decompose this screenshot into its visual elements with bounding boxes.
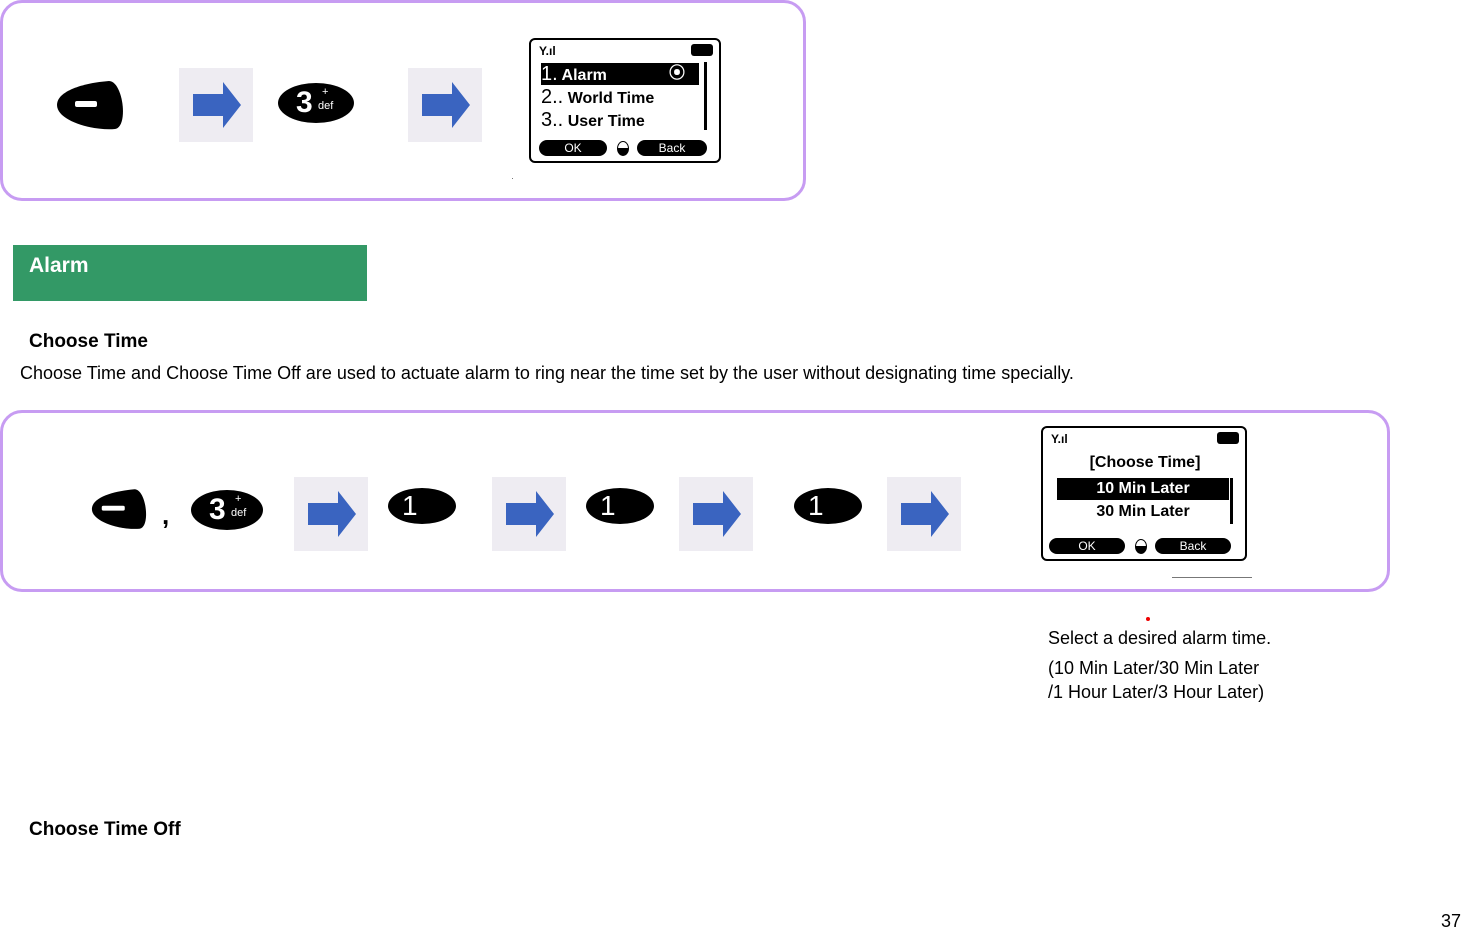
arrow-right-icon <box>294 477 368 551</box>
item-label: Alarm <box>561 67 607 84</box>
nav-key-icon <box>1135 539 1147 554</box>
softkey-back: Back <box>637 140 707 156</box>
choose-time-heading: Choose Time <box>29 331 148 352</box>
key-symbol: + <box>322 86 329 98</box>
key-digit: 3 <box>296 86 313 119</box>
arrow-right-icon <box>408 68 482 142</box>
arrow-right-icon <box>887 477 961 551</box>
softkey-bar: OK Back <box>537 140 713 156</box>
phone-screen-choose-time: Y.ıl [Choose Time] 10 Min Later 30 Min L… <box>1041 426 1247 561</box>
section-title: Alarm <box>29 254 89 277</box>
key-digit: 1 <box>808 490 824 521</box>
item-number: 1. <box>541 63 558 85</box>
key-letters: def <box>231 507 247 519</box>
item-number: 3.. <box>541 109 564 131</box>
arrow-right-icon <box>679 477 753 551</box>
softkey-back: Back <box>1155 538 1231 554</box>
marker-dot <box>1146 617 1150 621</box>
menu-item-world-time: 2.. World Time <box>541 86 654 108</box>
key-digit: 1 <box>402 490 418 521</box>
key-3-icon: 3 + def <box>191 490 263 530</box>
item-number: 2.. <box>541 86 564 108</box>
softkey-bar: OK Back <box>1049 538 1239 554</box>
softkey-ok: OK <box>539 140 607 156</box>
option-30-min-later: 30 Min Later <box>1096 503 1190 520</box>
choose-time-description: Choose Time and Choose Time Off are used… <box>20 363 1074 383</box>
page-number: 37 <box>1440 911 1461 931</box>
screen-title: [Choose Time] <box>1089 454 1201 471</box>
menu-item-user-time: 3.. User Time <box>541 109 645 131</box>
section-header: Alarm <box>13 245 367 301</box>
battery-icon <box>691 44 713 56</box>
arrow-right-icon <box>492 477 566 551</box>
menu-item-alarm: 1. Alarm ⦿ <box>541 63 699 85</box>
arrow-right-icon <box>179 68 253 142</box>
key-digit: 3 <box>209 493 226 526</box>
key-1-icon: 1 <box>388 488 456 524</box>
menu-key-icon <box>84 486 154 532</box>
item-label: User Time <box>567 113 645 130</box>
caption-line-2: (10 Min Later/30 Min Later <box>1048 658 1260 678</box>
item-label: World Time <box>567 90 655 107</box>
scrollbar <box>1230 478 1233 524</box>
signal-icon: Y.ıl <box>1051 432 1068 446</box>
option-10-min-later: 10 Min Later <box>1057 478 1229 500</box>
choose-time-off-heading: Choose Time Off <box>29 819 181 840</box>
key-3-icon: 3 + def <box>278 83 354 123</box>
nav-key-icon <box>617 141 629 156</box>
key-1-icon: 1 <box>794 488 862 524</box>
selected-dot-icon: ⦿ <box>668 65 685 82</box>
caption-line-3: /1 Hour Later/3 Hour Later) <box>1048 682 1265 702</box>
key-digit: 1 <box>600 490 616 521</box>
softkey-ok: OK <box>1049 538 1125 554</box>
divider <box>1172 577 1252 578</box>
divider <box>512 178 513 179</box>
signal-icon: Y.ıl <box>539 44 556 58</box>
key-symbol: + <box>235 493 242 505</box>
caption-line-1: Select a desired alarm time. <box>1048 628 1272 648</box>
separator-comma: , <box>162 500 170 530</box>
battery-icon <box>1217 432 1239 444</box>
key-letters: def <box>318 100 334 112</box>
key-1-icon: 1 <box>586 488 654 524</box>
scrollbar <box>704 62 707 130</box>
menu-key-icon <box>53 77 127 133</box>
phone-screen-menu: Y.ıl 1. Alarm ⦿ 2.. World Time 3.. User … <box>529 38 721 163</box>
